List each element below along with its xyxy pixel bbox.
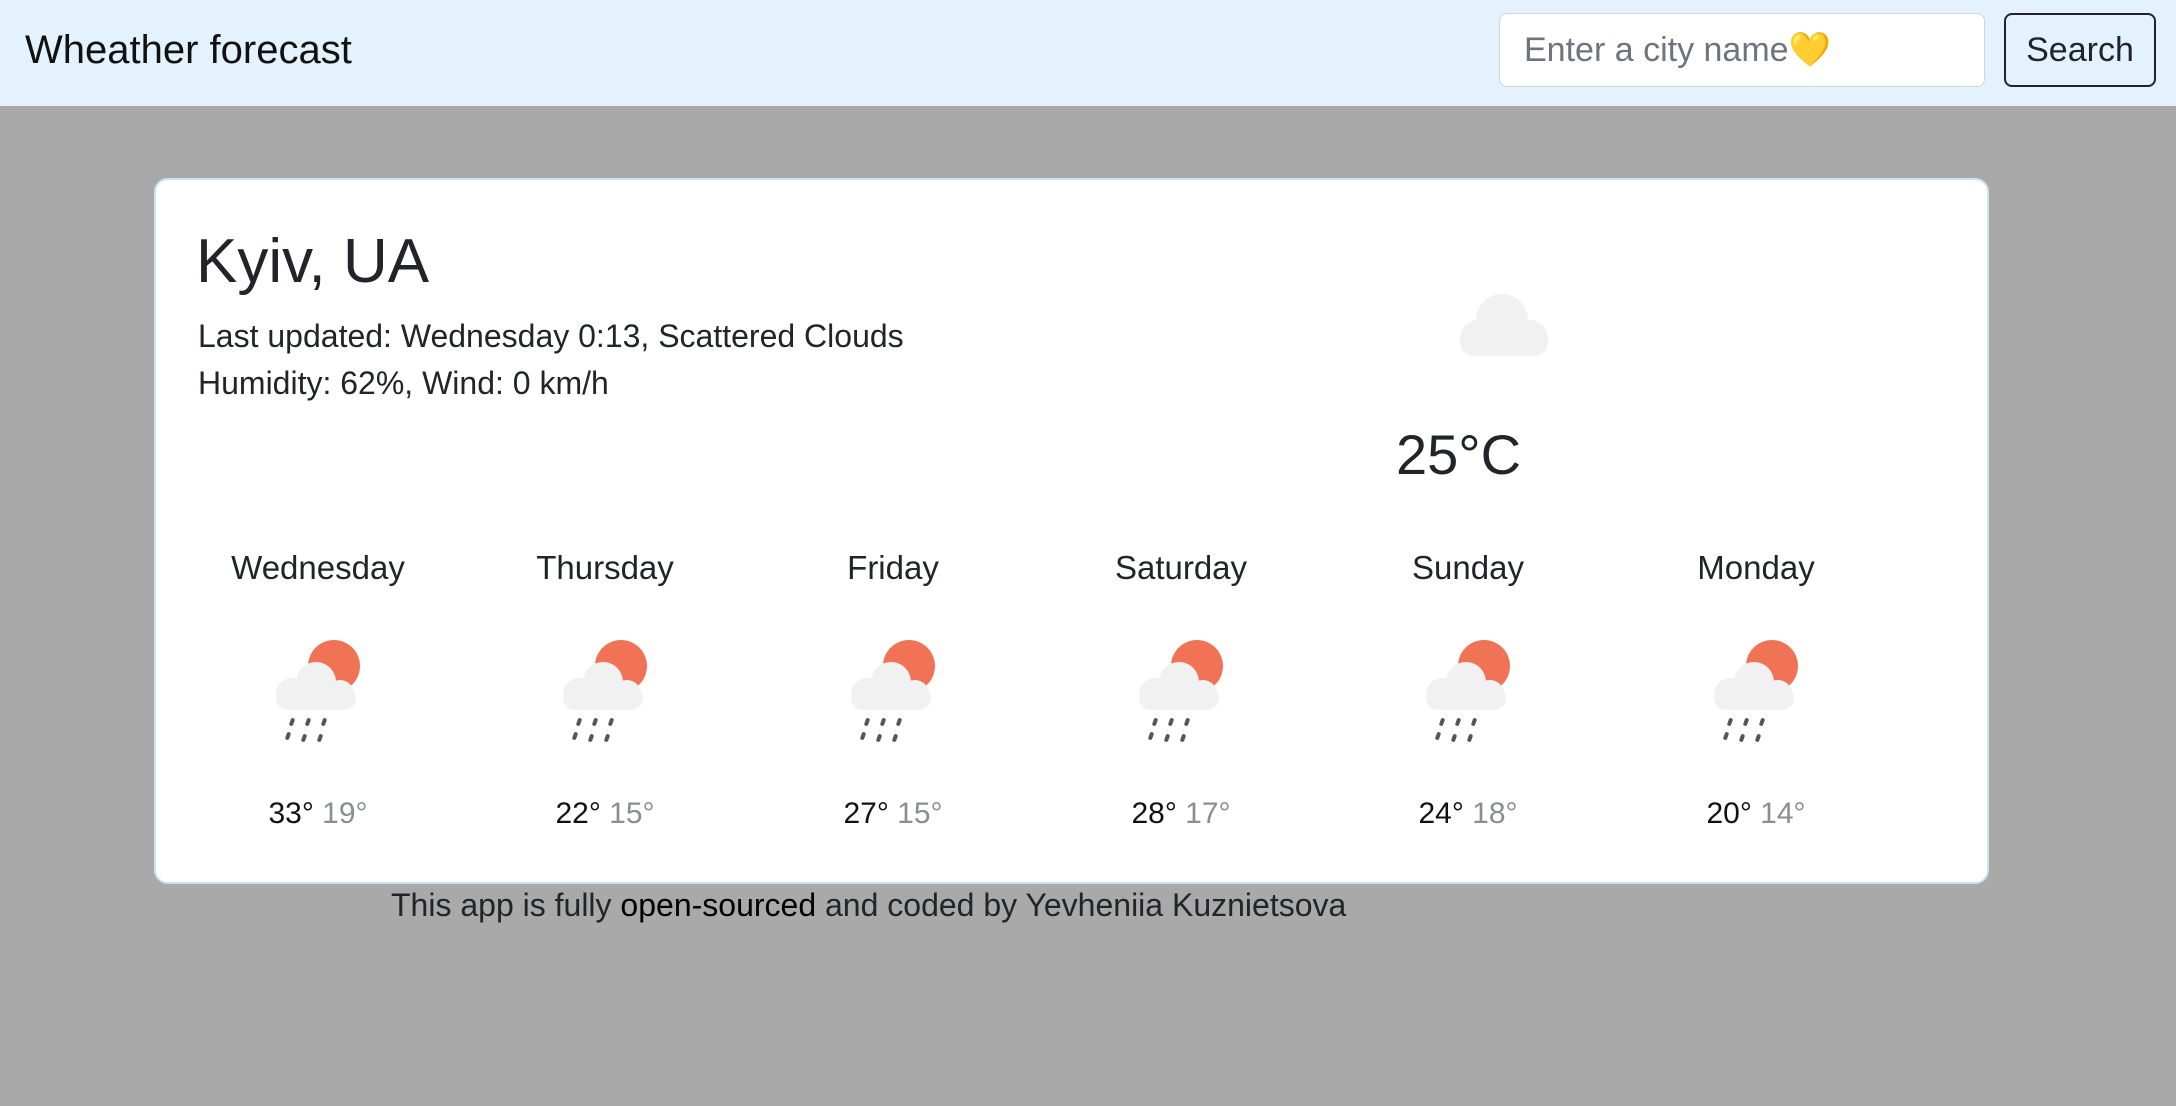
forecast-temps: 33° 19° xyxy=(203,794,433,834)
forecast-temps: 22° 15° xyxy=(490,794,720,834)
rain-sun-icon xyxy=(1714,640,1798,742)
search-button[interactable]: Search xyxy=(2004,13,2156,87)
footer-prefix: This app is fully xyxy=(391,887,612,923)
forecast-max: 27° xyxy=(843,797,889,830)
current-temperature: 25°C xyxy=(1396,423,1522,486)
forecast-day: Thursday 22° 15° xyxy=(490,546,720,834)
last-updated-value: Wednesday 0:13 xyxy=(400,318,641,354)
footer: This app is fully open-sourced and coded… xyxy=(391,883,1346,927)
cloud-icon xyxy=(1460,294,1548,356)
forecast-day-name: Saturday xyxy=(1114,549,1248,586)
open-source-link[interactable]: open-sourced xyxy=(620,887,816,923)
last-updated-line: Last updated: Wednesday 0:13, Scattered … xyxy=(198,318,904,354)
forecast-day: Saturday 28° 17° xyxy=(1066,546,1296,834)
forecast-day-name: Friday xyxy=(847,549,939,586)
humidity-value: 62% xyxy=(340,365,405,401)
humidity-label: Humidity: xyxy=(198,365,332,401)
forecast-day-name: Wednesday xyxy=(231,549,405,586)
forecast-temps: 24° 18° xyxy=(1353,794,1583,834)
forecast-temps: 20° 14° xyxy=(1641,794,1871,834)
forecast-temps: 28° 17° xyxy=(1066,794,1296,834)
city-search-input[interactable] xyxy=(1499,13,1985,87)
forecast-day-name: Monday xyxy=(1697,549,1815,586)
rain-sun-icon xyxy=(1139,640,1223,742)
weather-description: Scattered Clouds xyxy=(658,318,904,354)
brand-title: Wheather forecast xyxy=(25,28,352,72)
footer-suffix: and coded by Yevheniia Kuznietsova xyxy=(825,887,1347,923)
forecast-day: Sunday 24° 18° xyxy=(1353,546,1583,834)
forecast-day: Monday 20° 14° xyxy=(1641,546,1871,834)
forecast-max: 22° xyxy=(555,797,601,830)
forecast-day-name: Sunday xyxy=(1412,549,1524,586)
wind-value: 0 km/h xyxy=(512,365,609,401)
humidity-wind-line: Humidity: 62%, Wind: 0 km/h xyxy=(198,365,609,401)
forecast-min: 18° xyxy=(1472,797,1518,830)
forecast-min: 15° xyxy=(897,797,943,830)
forecast-max: 20° xyxy=(1706,797,1752,830)
forecast-min: 14° xyxy=(1760,797,1806,830)
forecast-min: 19° xyxy=(322,797,368,830)
forecast-temps: 27° 15° xyxy=(778,794,1008,834)
last-updated-label: Last updated: xyxy=(198,318,392,354)
rain-sun-icon xyxy=(1426,640,1510,742)
forecast-max: 24° xyxy=(1418,797,1464,830)
rain-sun-icon xyxy=(276,640,360,742)
forecast-day-name: Thursday xyxy=(536,549,674,586)
forecast-min: 17° xyxy=(1185,797,1231,830)
wind-label: Wind: xyxy=(422,365,504,401)
forecast-max: 33° xyxy=(268,797,314,830)
city-name: Kyiv, UA xyxy=(196,227,430,296)
forecast-day: Friday 27° 15° xyxy=(778,546,1008,834)
rain-sun-icon xyxy=(851,640,935,742)
forecast-min: 15° xyxy=(609,797,655,830)
forecast-max: 28° xyxy=(1131,797,1177,830)
navbar: Wheather forecast Search xyxy=(0,0,2176,106)
weather-card: Kyiv, UA Last updated: Wednesday 0:13, S… xyxy=(154,178,1989,884)
rain-sun-icon xyxy=(563,640,647,742)
forecast-day: Wednesday 33° 19° xyxy=(203,546,433,834)
